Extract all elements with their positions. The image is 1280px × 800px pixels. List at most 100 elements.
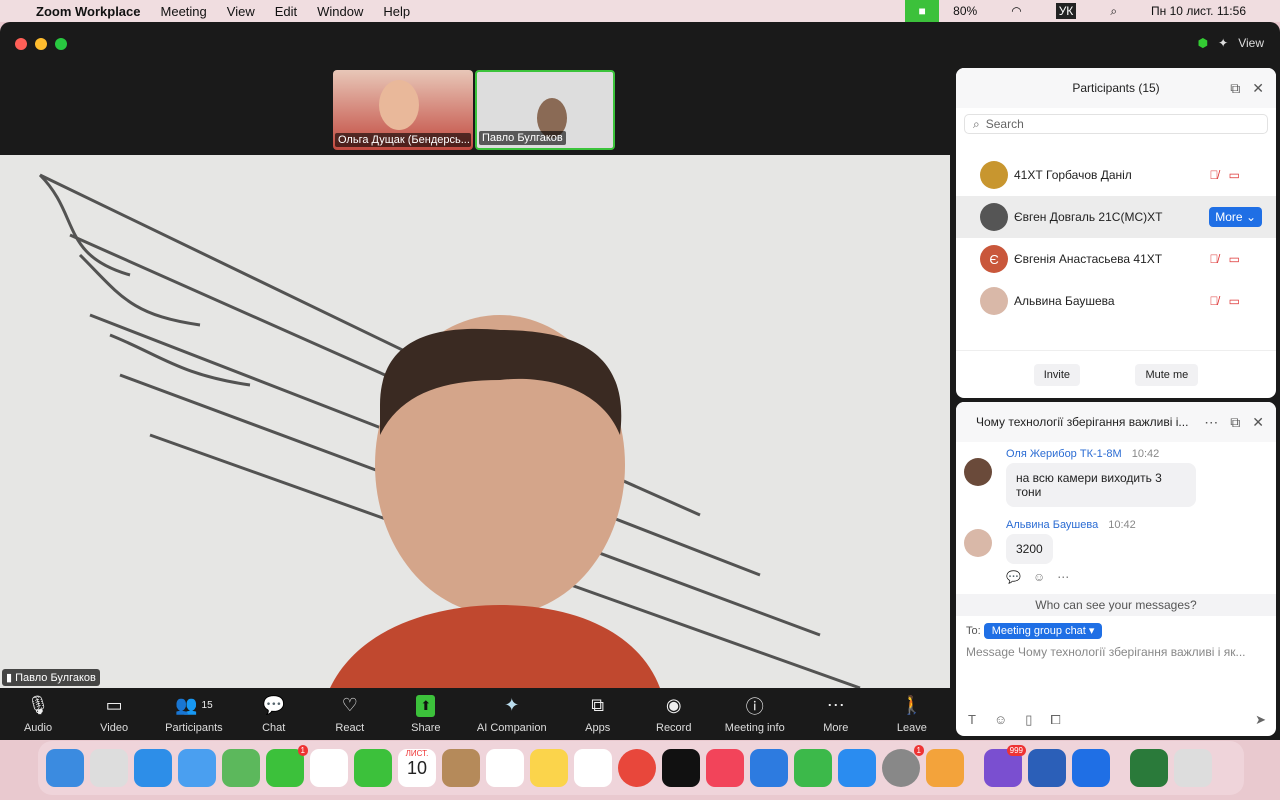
emoji-react-icon[interactable]: ☺ xyxy=(1033,570,1045,584)
recipient-dropdown[interactable]: Meeting group chat ▾ xyxy=(983,623,1103,639)
chrome-icon[interactable] xyxy=(618,749,656,787)
mute-me-button[interactable]: Mute me xyxy=(1135,363,1199,386)
sender[interactable]: Оля Жерибор ТК-1-8М xyxy=(1006,448,1122,460)
zoom-window-button[interactable] xyxy=(55,38,67,50)
photos-icon[interactable] xyxy=(310,749,348,787)
close-icon[interactable]: ✕ xyxy=(1252,80,1264,97)
menu-edit[interactable]: Edit xyxy=(275,4,297,19)
calendar-icon[interactable]: ЛИСТ. 10 xyxy=(398,749,436,787)
minimize-window-button[interactable] xyxy=(35,38,47,50)
reminders-icon[interactable] xyxy=(486,749,524,787)
menu-view[interactable]: View xyxy=(227,4,255,19)
participants-search-input[interactable]: ⌕ Search xyxy=(964,114,1268,134)
zoom-icon[interactable] xyxy=(1072,749,1110,787)
share-button[interactable]: ⬆ Share xyxy=(401,694,451,734)
numbers-icon[interactable] xyxy=(794,749,832,787)
apps-button[interactable]: ⧉ Apps xyxy=(573,695,623,734)
facetime-icon[interactable] xyxy=(354,749,392,787)
safari-icon[interactable] xyxy=(134,749,172,787)
sender[interactable]: Альвина Баушева xyxy=(1006,519,1098,531)
screenshot-icon[interactable]: ⧠ xyxy=(1050,712,1060,728)
popout-icon[interactable]: ⧉ xyxy=(1230,80,1240,97)
menu-app[interactable]: Zoom Workplace xyxy=(36,4,141,19)
chat-message: Оля Жерибор ТК-1-8М 10:42 на всю камери ви… xyxy=(956,448,1276,507)
send-icon[interactable]: ➤ xyxy=(1255,712,1266,728)
ai-companion-button[interactable]: ✦ AI Companion xyxy=(477,695,547,734)
more-button[interactable]: ⋯ More xyxy=(811,695,861,734)
wifi-icon[interactable]: ◠ xyxy=(1011,4,1021,18)
invite-button[interactable]: Invite xyxy=(1033,363,1081,386)
battery-percent[interactable]: 80% xyxy=(953,4,977,18)
emoji-icon[interactable]: ☺ xyxy=(994,712,1007,728)
datetime[interactable]: Пн 10 лист. 11:56 xyxy=(1151,4,1246,18)
system-settings-icon[interactable]: 1 xyxy=(882,745,924,787)
viber-icon[interactable]: 999 xyxy=(984,745,1026,787)
participant-row[interactable]: Альвина Баушева 🎙̸▭ xyxy=(956,280,1276,322)
music-icon[interactable] xyxy=(706,749,744,787)
reply-icon[interactable]: 💬 xyxy=(1006,570,1021,584)
muted-mic-video-off-icon[interactable]: 🎙̸▭ xyxy=(1210,294,1250,308)
popout-icon[interactable]: ⧉ xyxy=(1230,414,1240,431)
apple-tv-icon[interactable] xyxy=(662,749,700,787)
heart-icon: ♡ xyxy=(341,695,358,715)
menu-window[interactable]: Window xyxy=(317,4,363,19)
thumbnail-video-active[interactable]: Павло Булгаков xyxy=(475,70,615,150)
info-icon: ⓘ xyxy=(745,696,764,717)
label: Meeting info xyxy=(724,721,785,734)
message-input[interactable]: Message Чому технології зберігання важли… xyxy=(956,645,1276,659)
close-icon[interactable]: ✕ xyxy=(1252,414,1264,431)
input-language[interactable]: УК xyxy=(1055,3,1077,19)
menu-help[interactable]: Help xyxy=(383,4,410,19)
meeting-toolbar: 🎙 Audio ▭ Video 👥 15 Participants 💬 Chat ♡ Rea… xyxy=(0,688,950,740)
label: Apps xyxy=(585,721,611,734)
thumbnail-video[interactable]: Ольга Дущак (Бендерсь... xyxy=(333,70,473,150)
meeting-info-button[interactable]: ⓘ Meeting info xyxy=(725,695,785,734)
format-text-icon[interactable]: T xyxy=(968,712,976,728)
participants-icon: 👥 xyxy=(175,695,198,715)
participants-button[interactable]: 👥 15 Participants xyxy=(165,695,222,734)
pages-icon[interactable] xyxy=(926,749,964,787)
finder-icon[interactable] xyxy=(46,749,84,787)
chat-button[interactable]: 💬 Chat xyxy=(249,695,299,734)
microphone-icon: 🎙 xyxy=(26,695,50,715)
contacts-icon[interactable] xyxy=(442,749,480,787)
menu-meeting[interactable]: Meeting xyxy=(161,4,207,19)
trash-icon[interactable] xyxy=(1174,749,1212,787)
app-store-icon[interactable] xyxy=(838,749,876,787)
who-can-see-link[interactable]: Who can see your messages? xyxy=(956,594,1276,616)
launchpad-icon[interactable] xyxy=(90,749,128,787)
more-dropdown-button[interactable]: More ⌄ xyxy=(1209,207,1262,227)
main-video: ▮ Павло Булгаков xyxy=(0,155,950,688)
sparkle-icon[interactable]: ✦ xyxy=(1218,36,1228,50)
document-icon[interactable] xyxy=(1130,749,1168,787)
maps-icon[interactable] xyxy=(222,749,260,787)
participant-row[interactable]: Євген Довгаль 21С(МС)ХТ More ⌄ xyxy=(956,196,1276,238)
video-button[interactable]: ▭ Video xyxy=(89,695,139,734)
label: More xyxy=(823,721,849,734)
message-text: 3200 xyxy=(1006,534,1053,564)
view-button[interactable]: View xyxy=(1238,36,1264,50)
muted-mic-video-off-icon[interactable]: 🎙̸▭ xyxy=(1210,168,1250,182)
search-icon[interactable]: ⌕ xyxy=(1110,4,1117,19)
participant-name: 41ХТ Горбачов Даніл xyxy=(1014,168,1132,182)
camera-status-icon[interactable]: ■ xyxy=(905,0,940,22)
word-icon[interactable] xyxy=(1028,749,1066,787)
notes-icon[interactable] xyxy=(530,749,568,787)
search-icon: ⌕ xyxy=(973,116,980,131)
leave-button[interactable]: 🚶 Leave xyxy=(887,695,937,734)
audio-button[interactable]: 🎙 Audio xyxy=(13,695,63,734)
participant-row[interactable]: 41ХТ Горбачов Даніл 🎙̸▭ xyxy=(956,154,1276,196)
close-window-button[interactable] xyxy=(15,38,27,50)
mail-icon[interactable] xyxy=(178,749,216,787)
muted-mic-video-off-icon[interactable]: 🎙̸▭ xyxy=(1210,252,1250,266)
shield-icon[interactable]: ⬢ xyxy=(1198,36,1208,50)
record-button[interactable]: ◉ Record xyxy=(649,695,699,734)
freeform-icon[interactable] xyxy=(574,749,612,787)
messages-icon[interactable]: 1 xyxy=(266,745,308,787)
file-icon[interactable]: ▯ xyxy=(1025,712,1032,728)
more-icon[interactable]: ⋯ xyxy=(1204,414,1218,431)
keynote-icon[interactable] xyxy=(750,749,788,787)
more-icon[interactable]: ⋯ xyxy=(1057,570,1069,584)
participant-row[interactable]: Є Євгенія Анастасьева 41ХТ 🎙̸▭ xyxy=(956,238,1276,280)
react-button[interactable]: ♡ React xyxy=(325,695,375,734)
